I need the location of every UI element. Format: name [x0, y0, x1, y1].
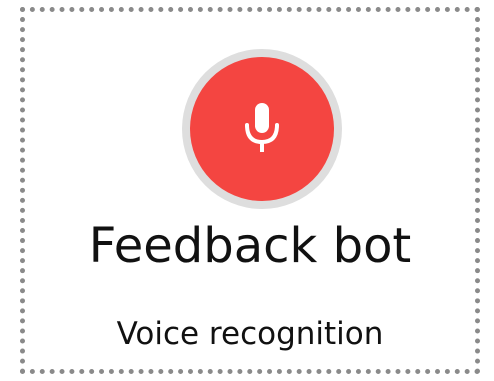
feedback-bot-card: Feedback bot Voice recognition: [20, 7, 480, 374]
microphone-icon: [242, 101, 282, 157]
card-title: Feedback bot: [88, 218, 412, 274]
card-subtitle: Voice recognition: [116, 316, 384, 352]
microphone-button-fill: [190, 57, 334, 201]
microphone-button[interactable]: [182, 49, 342, 209]
